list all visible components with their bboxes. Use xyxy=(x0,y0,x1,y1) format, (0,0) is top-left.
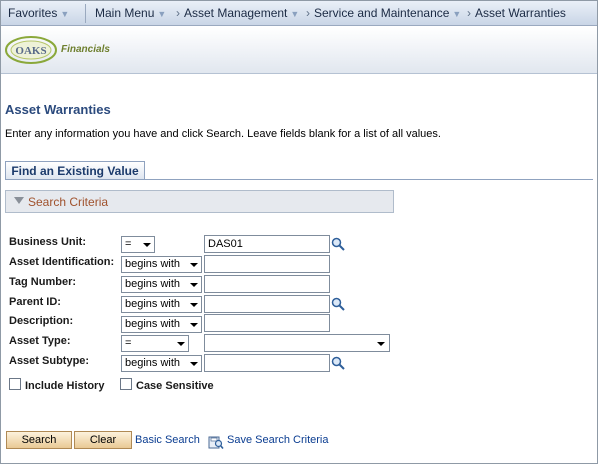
breadcrumb-label: Asset Warranties xyxy=(475,6,566,20)
asset-type-operator-select[interactable]: = xyxy=(121,335,189,352)
chevron-down-icon xyxy=(190,263,198,267)
logo-word: OAKS xyxy=(15,45,46,57)
operator-value: begins with xyxy=(125,278,181,290)
breadcrumb-label: Asset Management xyxy=(184,6,288,20)
asset-subtype-input[interactable] xyxy=(204,354,330,372)
chevron-down-icon xyxy=(190,303,198,307)
parent-id-operator-select[interactable]: begins with xyxy=(121,296,202,313)
chevron-right-icon: › xyxy=(176,6,180,20)
chevron-down-icon xyxy=(177,342,185,346)
business-unit-operator-select[interactable]: = xyxy=(121,236,155,253)
page-title: Asset Warranties xyxy=(5,102,111,117)
asset-type-select[interactable] xyxy=(204,334,390,352)
chevron-down-icon: ▼ xyxy=(290,9,300,19)
main-menu[interactable]: Main Menu ▼ xyxy=(95,6,166,20)
oaks-logo-icon: OAKS xyxy=(5,36,57,64)
search-criteria-label: Search Criteria xyxy=(28,195,109,209)
basic-search-link[interactable]: Basic Search xyxy=(135,434,200,446)
operator-value: begins with xyxy=(125,357,181,369)
favorites-menu[interactable]: Favorites ▼ xyxy=(8,6,69,20)
logo-subtitle: Financials xyxy=(61,44,110,55)
case-sensitive-checkbox[interactable] xyxy=(120,378,132,390)
description-input[interactable] xyxy=(204,314,330,332)
breadcrumb-asset-management[interactable]: › Asset Management ▼ xyxy=(176,6,299,20)
magnifier-icon[interactable] xyxy=(331,297,345,311)
chevron-right-icon: › xyxy=(467,6,471,20)
operator-value: begins with xyxy=(125,258,181,270)
case-sensitive-label: Case Sensitive xyxy=(136,380,214,392)
chevron-down-icon: ▼ xyxy=(452,9,462,19)
operator-value: begins with xyxy=(125,298,181,310)
save-search-icon[interactable] xyxy=(208,434,224,450)
tab-find-existing-value[interactable]: Find an Existing Value xyxy=(5,161,145,180)
include-history-label: Include History xyxy=(25,380,105,392)
chevron-down-icon: ▼ xyxy=(157,9,167,19)
include-history-checkbox[interactable] xyxy=(9,378,21,390)
asset-identification-label: Asset Identification: xyxy=(9,256,115,268)
favorites-label: Favorites xyxy=(8,6,58,20)
save-search-criteria-link[interactable]: Save Search Criteria xyxy=(227,434,329,446)
search-button[interactable]: Search xyxy=(6,431,72,449)
asset-type-label: Asset Type: xyxy=(9,335,71,347)
description-operator-select[interactable]: begins with xyxy=(121,316,202,333)
asset-identification-operator-select[interactable]: begins with xyxy=(121,256,202,273)
tag-number-label: Tag Number: xyxy=(9,276,77,288)
magnifier-icon[interactable] xyxy=(331,356,345,370)
chevron-down-icon xyxy=(190,283,198,287)
operator-value: = xyxy=(125,337,132,349)
chevron-down-icon: ▼ xyxy=(60,9,70,19)
clear-button[interactable]: Clear xyxy=(74,431,132,449)
asset-subtype-operator-select[interactable]: begins with xyxy=(121,355,202,372)
top-nav-bar: Favorites ▼ Main Menu ▼ › Asset Management ▼… xyxy=(1,1,597,26)
tag-number-operator-select[interactable]: begins with xyxy=(121,276,202,293)
tab-underline xyxy=(5,179,593,180)
chevron-down-icon xyxy=(190,323,198,327)
nav-divider xyxy=(85,4,86,23)
main-menu-label: Main Menu xyxy=(95,6,155,20)
breadcrumb-service-maintenance[interactable]: › Service and Maintenance ▼ xyxy=(306,6,461,20)
operator-value: = xyxy=(125,238,132,250)
magnifier-icon[interactable] xyxy=(331,237,345,251)
breadcrumb-label: Service and Maintenance xyxy=(314,6,450,20)
asset-subtype-label: Asset Subtype: xyxy=(9,355,90,367)
search-criteria-header[interactable]: Search Criteria xyxy=(5,190,394,213)
description-label: Description: xyxy=(9,315,74,327)
chevron-down-icon xyxy=(190,362,198,366)
instructions-text: Enter any information you have and click… xyxy=(5,128,441,140)
business-unit-input[interactable]: DAS01 xyxy=(204,235,330,253)
tag-number-input[interactable] xyxy=(204,275,330,293)
header-band: OAKS Financials xyxy=(1,27,597,74)
breadcrumb-asset-warranties[interactable]: › Asset Warranties xyxy=(467,6,566,20)
chevron-right-icon: › xyxy=(306,6,310,20)
business-unit-label: Business Unit: xyxy=(9,236,87,248)
asset-identification-input[interactable] xyxy=(204,255,330,273)
operator-value: begins with xyxy=(125,318,181,330)
chevron-down-icon xyxy=(377,342,385,346)
collapse-triangle-icon xyxy=(14,197,24,204)
parent-id-input[interactable] xyxy=(204,295,330,313)
parent-id-label: Parent ID: xyxy=(9,296,61,308)
chevron-down-icon xyxy=(143,243,151,247)
